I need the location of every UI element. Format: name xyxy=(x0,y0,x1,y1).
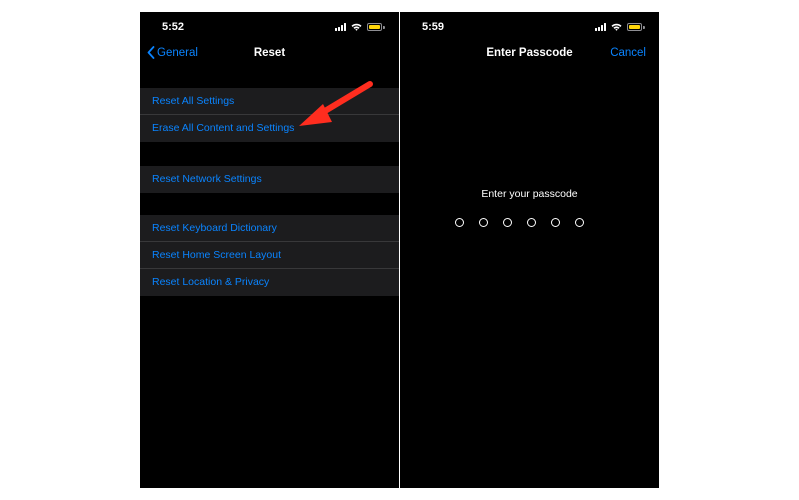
passcode-dot xyxy=(455,218,464,227)
settings-group: Reset Keyboard Dictionary Reset Home Scr… xyxy=(140,215,399,296)
reset-location-privacy-row[interactable]: Reset Location & Privacy xyxy=(140,269,399,296)
annotation-arrow xyxy=(299,81,373,126)
passcode-dot xyxy=(479,218,488,227)
battery-icon xyxy=(627,23,645,31)
status-icons xyxy=(595,22,645,32)
phone-screen-passcode: 5:59 Enter Passcode Cancel Enter your pa… xyxy=(400,12,659,488)
signal-icon xyxy=(595,23,606,31)
phone-screen-reset: 5:52 General Reset Reset All Settings Er… xyxy=(140,12,399,488)
passcode-dot xyxy=(503,218,512,227)
nav-bar: Enter Passcode Cancel xyxy=(400,44,659,68)
reset-keyboard-dictionary-row[interactable]: Reset Keyboard Dictionary xyxy=(140,215,399,242)
status-bar: 5:59 xyxy=(400,12,659,44)
passcode-dot xyxy=(527,218,536,227)
reset-home-screen-layout-row[interactable]: Reset Home Screen Layout xyxy=(140,242,399,269)
cancel-button[interactable]: Cancel xyxy=(610,47,646,59)
status-time: 5:59 xyxy=(422,21,445,33)
passcode-prompt: Enter your passcode xyxy=(481,188,578,200)
passcode-dots xyxy=(455,218,584,227)
passcode-dot xyxy=(551,218,560,227)
wifi-icon xyxy=(611,23,622,31)
passcode-dot xyxy=(575,218,584,227)
